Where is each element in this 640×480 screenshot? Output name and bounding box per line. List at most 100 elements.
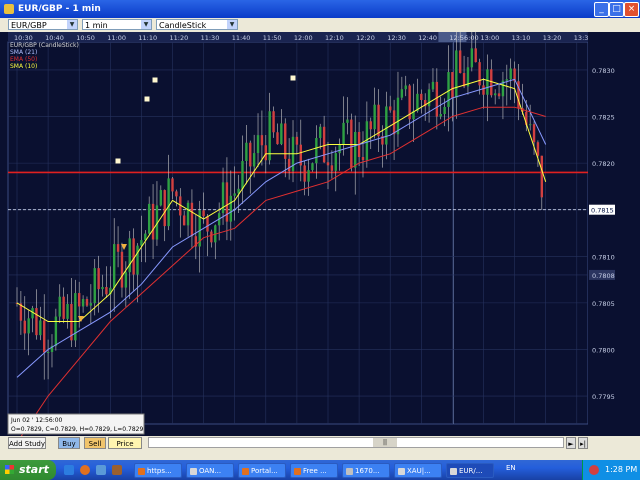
maximize-button[interactable]: □ — [609, 2, 624, 17]
signal-marker — [115, 158, 121, 164]
candle-body — [43, 320, 46, 353]
buy-button[interactable]: Buy — [58, 437, 80, 449]
sell-button[interactable]: Sell — [84, 437, 106, 449]
task-oanda[interactable]: OAN... — [186, 463, 234, 478]
task-eur[interactable]: EUR/... — [446, 463, 494, 478]
candle-body — [528, 124, 532, 126]
start-button[interactable]: start — [0, 460, 56, 480]
candle-body — [147, 203, 151, 234]
candle-body — [536, 142, 540, 156]
chart-type-select-value: CandleStick — [159, 21, 207, 30]
firefox-icon — [138, 467, 145, 475]
candle-body — [322, 126, 326, 163]
ie-quicklaunch-icon[interactable] — [64, 465, 74, 475]
candle-body — [354, 131, 357, 168]
time-tick-label: 12:30 — [387, 34, 406, 42]
horizontal-scrollbar[interactable]: || — [148, 437, 564, 448]
chart-area[interactable]: 10:30 10:40 10:50 11:00 11:10 11:20 11:30 11:40… — [0, 24, 640, 443]
candle-body — [396, 97, 400, 135]
time-tick-label: 11:30 — [201, 34, 220, 42]
chart-type-select[interactable]: CandleStick ▼ — [156, 19, 238, 30]
candle-body — [280, 123, 283, 145]
task-xau[interactable]: XAU|... — [394, 463, 442, 478]
candle-body — [105, 286, 108, 295]
time-tick-label: 12:56:00 — [449, 34, 478, 42]
chart-grid — [7, 41, 589, 425]
candle-body — [140, 240, 143, 246]
candle-body — [81, 298, 85, 307]
candle-body — [85, 298, 89, 306]
candle-body — [458, 50, 462, 74]
add-study-button[interactable]: Add Study — [8, 437, 46, 449]
price-tick-label: 0.7830 — [592, 67, 615, 75]
candle-body — [136, 245, 139, 275]
candle-body — [210, 231, 213, 243]
candle-body — [202, 210, 205, 217]
time-tick-label: 11:10 — [138, 34, 157, 42]
candle-body — [287, 158, 291, 172]
folder-icon — [346, 467, 353, 475]
task-portal[interactable]: Portal... — [238, 463, 286, 478]
candle-body — [186, 202, 190, 226]
chevron-down-icon[interactable]: ▼ — [141, 20, 151, 29]
candle-body — [330, 165, 334, 171]
candle-body — [326, 162, 330, 166]
candle-body — [233, 193, 236, 196]
interval-select[interactable]: 1 min ▼ — [82, 19, 152, 30]
minimize-button[interactable]: _ — [594, 2, 609, 17]
candle-body — [427, 89, 431, 107]
candle-body — [497, 93, 501, 97]
candle-body — [470, 48, 474, 68]
candle-body — [167, 178, 170, 227]
scrollbar-thumb[interactable]: || — [373, 438, 397, 447]
candle-body — [319, 126, 322, 138]
candle-body — [268, 111, 271, 161]
chevron-down-icon[interactable]: ▼ — [67, 20, 77, 29]
task-1670[interactable]: 1670... — [342, 463, 390, 478]
task-https[interactable]: https... — [134, 463, 182, 478]
candle-body — [206, 216, 209, 232]
current-price-label: 0.7815 — [591, 207, 614, 215]
window-icon — [190, 467, 197, 475]
firefox-quicklaunch-icon[interactable] — [80, 465, 90, 475]
candle-body — [58, 296, 61, 317]
app-quicklaunch-icon[interactable] — [112, 465, 122, 475]
candle-body — [389, 106, 392, 111]
candle-body — [392, 110, 396, 135]
candle-body — [346, 119, 349, 123]
candle-body — [342, 122, 345, 145]
candle-body — [482, 85, 485, 95]
candle-body — [431, 81, 435, 90]
scroll-right-arrow-icon[interactable]: ► — [566, 437, 576, 449]
price-axis-band — [588, 32, 640, 436]
close-button[interactable]: × — [624, 2, 639, 17]
candlestick-chart[interactable]: 10:30 10:40 10:50 11:00 11:10 11:20 11:30 11:40… — [0, 24, 640, 443]
candle-body — [420, 93, 423, 100]
time-tick-label: 13:3 — [574, 34, 589, 42]
title-bar: EUR/GBP - 1 min _ □ × — [0, 0, 640, 18]
chart-toolbar: EUR/GBP ▼ 1 min ▼ CandleStick ▼ — [0, 18, 640, 32]
tray-app-icon[interactable] — [589, 465, 599, 475]
plot-frame — [7, 41, 589, 425]
candle-body — [241, 161, 244, 189]
legend-entry: SMA (10) — [10, 63, 37, 70]
pair-select[interactable]: EUR/GBP ▼ — [8, 19, 78, 30]
candle-body — [93, 268, 96, 304]
candle-body — [120, 251, 124, 288]
candle-body — [221, 182, 225, 214]
candle-body — [151, 203, 155, 240]
app-icon — [4, 4, 14, 14]
window-icon — [450, 467, 457, 475]
price-axis: 0.7830 0.7825 0.7820 0.7815 0.7810 0.7808 0.78… — [588, 32, 640, 436]
chevron-down-icon[interactable]: ▼ — [227, 20, 237, 29]
scroll-end-icon[interactable]: ▸| — [578, 437, 588, 449]
task-free[interactable]: Free ... — [290, 463, 338, 478]
price-box-button[interactable]: Price Box — [108, 437, 142, 460]
desktop-quicklaunch-icon[interactable] — [96, 465, 106, 475]
candle-body — [295, 136, 299, 145]
language-indicator[interactable]: EN — [506, 464, 516, 472]
desktop-strip — [0, 450, 640, 460]
candle-body — [97, 268, 100, 290]
candle-body — [252, 153, 256, 167]
price-tick-label: 0.7805 — [592, 300, 615, 308]
